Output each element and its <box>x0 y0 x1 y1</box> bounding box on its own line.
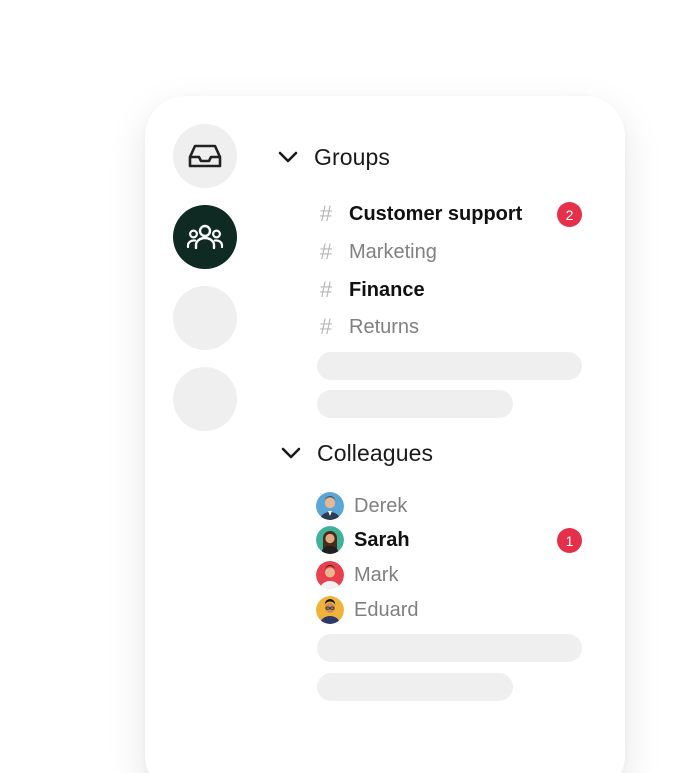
colleague-name: Derek <box>354 494 408 517</box>
avatar <box>316 492 344 520</box>
loading-placeholder <box>317 634 582 662</box>
colleague-derek[interactable]: Derek <box>316 491 584 521</box>
channel-label: Finance <box>349 278 425 301</box>
channel-finance[interactable]: # Finance <box>316 275 584 305</box>
colleague-sarah[interactable]: Sarah 1 <box>316 525 584 555</box>
inbox-rail-button[interactable] <box>173 124 237 188</box>
colleague-name: Mark <box>354 563 399 586</box>
hash-icon: # <box>319 239 333 264</box>
app-window: Groups # Customer support 2 # Marketing … <box>0 0 700 773</box>
colleague-mark[interactable]: Mark <box>316 560 584 590</box>
loading-placeholder <box>317 673 513 701</box>
groups-icon <box>186 224 224 250</box>
avatar <box>316 526 344 554</box>
hash-icon: # <box>319 201 333 226</box>
avatar <box>316 596 344 624</box>
hash-icon: # <box>319 314 333 339</box>
unread-badge: 1 <box>557 528 582 553</box>
inbox-icon <box>188 144 222 168</box>
channel-label: Returns <box>349 315 420 338</box>
colleagues-section-header[interactable]: Colleagues <box>280 438 433 468</box>
channel-marketing[interactable]: # Marketing <box>316 237 584 267</box>
rail-placeholder-2[interactable] <box>173 367 237 431</box>
colleague-eduard[interactable]: Eduard <box>316 595 584 625</box>
channel-label: Marketing <box>349 240 437 263</box>
chevron-down-icon <box>280 442 302 464</box>
hash-icon: # <box>319 277 333 302</box>
loading-placeholder <box>317 352 582 380</box>
groups-section-header[interactable]: Groups <box>277 142 390 172</box>
channel-returns[interactable]: # Returns <box>316 312 584 342</box>
messaging-panel <box>145 96 625 773</box>
unread-badge: 2 <box>557 202 582 227</box>
colleagues-title: Colleagues <box>317 439 434 466</box>
channel-label: Customer support <box>349 202 523 225</box>
colleague-name: Eduard <box>354 598 419 621</box>
groups-rail-button[interactable] <box>173 205 237 269</box>
colleague-name: Sarah <box>354 528 410 551</box>
groups-title: Groups <box>314 143 391 170</box>
avatar <box>316 561 344 589</box>
chevron-down-icon <box>277 146 299 168</box>
rail-placeholder-1[interactable] <box>173 286 237 350</box>
loading-placeholder <box>317 390 513 418</box>
channel-customer-support[interactable]: # Customer support 2 <box>316 199 584 229</box>
